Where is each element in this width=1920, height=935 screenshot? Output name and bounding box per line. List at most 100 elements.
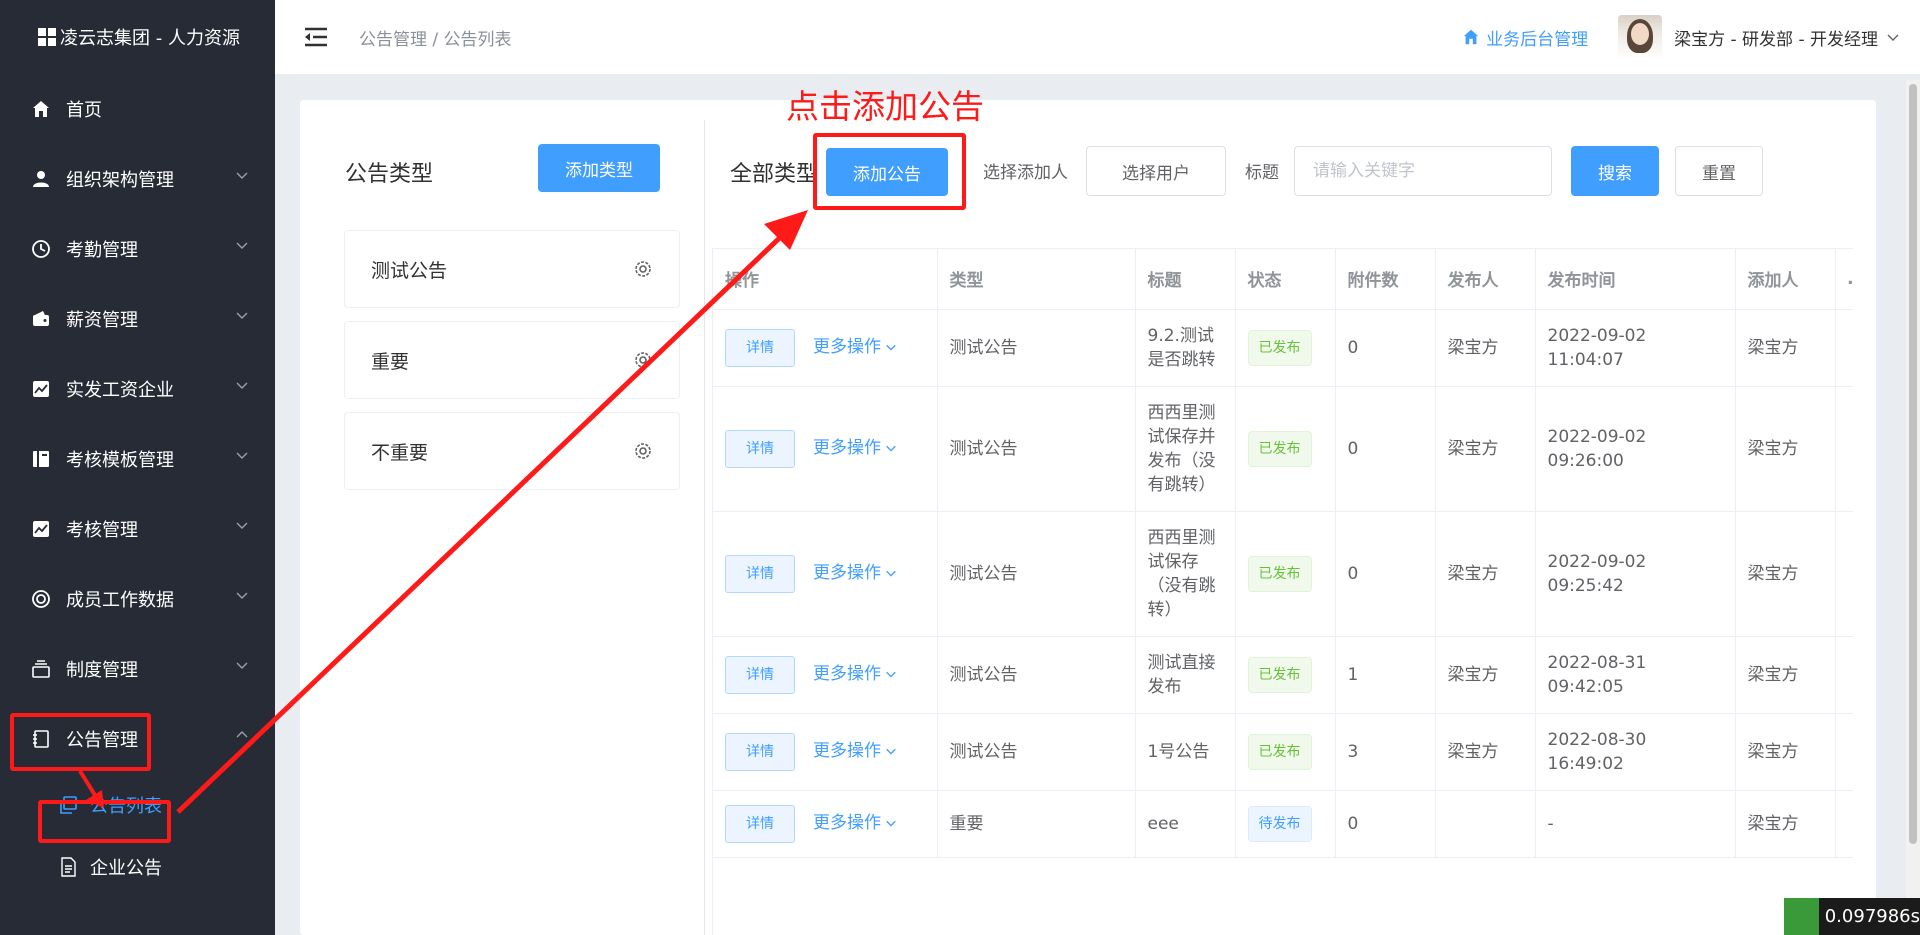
chevron-up-icon	[236, 731, 248, 738]
chevron-down-icon	[236, 242, 248, 249]
more-ops-dropdown[interactable]: 更多操作	[813, 662, 897, 686]
sidebar-item-templates[interactable]: 考核模板管理	[0, 424, 275, 494]
time-cell: 2022-09-02 09:25:42	[1535, 511, 1736, 637]
business-admin-link[interactable]: 业务后台管理	[1462, 25, 1588, 50]
attachments-cell: 0	[1335, 790, 1436, 858]
extra-cell	[1835, 511, 1853, 637]
select-user-button[interactable]: 选择用户	[1086, 146, 1226, 196]
sidebar-item-attendance[interactable]: 考勤管理	[0, 214, 275, 284]
more-ops-label: 更多操作	[813, 740, 881, 761]
sidebar-item-label: 公告管理	[66, 730, 138, 751]
table-row: 详情 更多操作 重要 eee 待发布 0- 梁宝方	[713, 790, 1853, 858]
detail-button[interactable]: 详情	[725, 554, 795, 593]
detail-button[interactable]: 详情	[725, 328, 795, 367]
detail-button[interactable]: 详情	[725, 429, 795, 468]
sidebar-item-org[interactable]: 组织架构管理	[0, 144, 275, 214]
brand[interactable]: 凌云志集团 - 人力资源	[0, 0, 275, 74]
status-cell: 已发布	[1235, 713, 1336, 791]
search-button[interactable]: 搜索	[1571, 146, 1659, 196]
more-ops-dropdown[interactable]: 更多操作	[813, 739, 897, 763]
page-scrollbar[interactable]	[1906, 80, 1920, 935]
publisher-cell: 梁宝方	[1435, 713, 1536, 791]
all-types-label[interactable]: 全部类型	[730, 156, 818, 188]
sidebar-item-notice[interactable]: 公告管理	[0, 704, 275, 774]
detail-button[interactable]: 详情	[725, 804, 795, 843]
title-filter-label: 标题	[1245, 163, 1279, 183]
sidebar-subitem-notice-list[interactable]: 公告列表	[0, 774, 275, 836]
extra-cell	[1835, 309, 1853, 387]
chevron-down-icon	[886, 671, 896, 678]
type-cell: 测试公告	[937, 511, 1136, 637]
ops-cell: 详情 更多操作	[713, 386, 938, 512]
column-header: 附件数	[1335, 249, 1436, 310]
chevron-down-icon	[236, 592, 248, 599]
document-icon	[58, 857, 78, 877]
gear-icon[interactable]	[633, 259, 653, 279]
table-row: 详情 更多操作 测试公告 西西里测试保存并发布（没有跳转） 已发布 0 梁宝方 2022-09…	[713, 386, 1853, 512]
more-ops-dropdown[interactable]: 更多操作	[813, 811, 897, 835]
type-item-label: 测试公告	[371, 259, 448, 282]
business-admin-label: 业务后台管理	[1486, 29, 1589, 50]
sidebar-item-salary[interactable]: 薪资管理	[0, 284, 275, 354]
type-item-label: 不重要	[371, 441, 429, 464]
chevron-down-icon	[886, 445, 896, 452]
title-search-input[interactable]	[1294, 146, 1552, 196]
ops-cell: 详情 更多操作	[713, 636, 938, 714]
more-ops-dropdown[interactable]: 更多操作	[813, 561, 897, 585]
chevron-down-icon	[886, 344, 896, 351]
sidebar-item-payroll[interactable]: 实发工资企业	[0, 354, 275, 424]
detail-button[interactable]: 详情	[725, 655, 795, 694]
reset-button[interactable]: 重置	[1675, 146, 1763, 196]
time-cell: 2022-09-02 09:26:00	[1535, 386, 1736, 512]
sidebar-item-assessment[interactable]: 考核管理	[0, 494, 275, 564]
gear-icon[interactable]	[633, 350, 653, 370]
ops-cell: 详情 更多操作	[713, 511, 938, 637]
chevron-down-icon	[236, 452, 248, 459]
sidebar-item-member-data[interactable]: 成员工作数据	[0, 564, 275, 634]
sidebar-item-label: 制度管理	[66, 660, 138, 681]
table-row: 详情 更多操作 测试公告 9.2.测试是否跳转 已发布 0 梁宝方 2022-09-02 11…	[713, 309, 1853, 387]
time-cell: 2022-08-31 09:42:05	[1535, 636, 1736, 714]
time-cell: 2022-08-30 16:49:02	[1535, 713, 1736, 791]
title-cell: 西西里测试保存（没有跳转）	[1135, 511, 1236, 637]
annotation-label: 点击添加公告	[786, 87, 984, 126]
chart-icon	[30, 378, 52, 400]
extra-cell	[1835, 386, 1853, 512]
detail-button[interactable]: 详情	[725, 732, 795, 771]
column-header: 标题	[1135, 249, 1236, 310]
home-icon	[1463, 29, 1479, 45]
lifebuoy-icon	[30, 588, 52, 610]
type-cell: 测试公告	[937, 636, 1136, 714]
more-ops-label: 更多操作	[813, 562, 881, 583]
sidebar-item-home[interactable]: 首页	[0, 74, 275, 144]
chevron-down-icon	[1887, 34, 1899, 41]
more-ops-dropdown[interactable]: 更多操作	[813, 436, 897, 460]
attachments-cell: 1	[1335, 636, 1436, 714]
sidebar-subitem-company-notice[interactable]: 企业公告	[0, 836, 275, 898]
user-name-label: 梁宝方 - 研发部 - 开发经理	[1674, 29, 1878, 50]
menu-collapse-icon[interactable]	[303, 25, 329, 49]
sidebar-item-policy[interactable]: 制度管理	[0, 634, 275, 704]
column-header: …	[1835, 249, 1853, 310]
sidebar-item-label: 考核模板管理	[66, 450, 174, 471]
type-cell: 重要	[937, 790, 1136, 858]
column-header: 类型	[937, 249, 1136, 310]
status-cell: 待发布	[1235, 790, 1336, 858]
main-card: 公告类型 添加类型 测试公告 重要 不重要 全部类型 添加公告 选择添加人 选择…	[300, 100, 1876, 935]
table-row: 详情 更多操作 测试公告 1号公告 已发布 3 梁宝方 2022-08-30 16:49:02…	[713, 713, 1853, 791]
add-type-button[interactable]: 添加类型	[538, 144, 660, 192]
adder-cell: 梁宝方	[1735, 511, 1836, 637]
home-icon	[30, 98, 52, 120]
status-cell: 已发布	[1235, 309, 1336, 387]
timer-badge: 0.097986s	[1784, 898, 1920, 935]
more-ops-dropdown[interactable]: 更多操作	[813, 335, 897, 359]
type-item[interactable]: 不重要	[344, 412, 680, 490]
type-item[interactable]: 重要	[344, 321, 680, 399]
add-notice-button[interactable]: 添加公告	[826, 148, 948, 196]
user-dropdown[interactable]: 梁宝方 - 研发部 - 开发经理	[1674, 25, 1900, 50]
avatar[interactable]	[1618, 15, 1663, 59]
time-cell: 2022-09-02 11:04:07	[1535, 309, 1736, 387]
type-item[interactable]: 测试公告	[344, 230, 680, 308]
gear-icon[interactable]	[633, 441, 653, 461]
publisher-cell: 梁宝方	[1435, 511, 1536, 637]
